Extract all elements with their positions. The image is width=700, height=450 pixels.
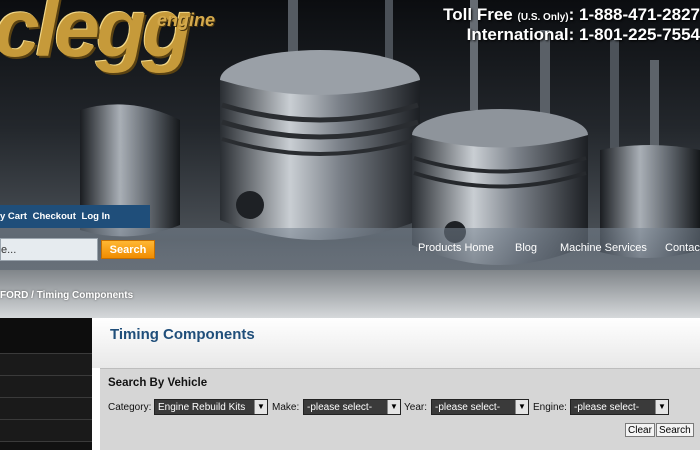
clear-button[interactable]: Clear: [625, 423, 655, 437]
nav-products-home[interactable]: Products Home: [418, 242, 494, 254]
chevron-down-icon: ▼: [387, 400, 400, 414]
engine-select[interactable]: -please select- ▼: [570, 399, 669, 415]
international-number: : 1-801-225-7554: [568, 25, 700, 44]
my-cart-link[interactable]: y Cart: [0, 211, 27, 222]
sidebar-item[interactable]: [0, 376, 92, 398]
make-label: Make:: [272, 402, 300, 413]
make-select[interactable]: -please select- ▼: [303, 399, 401, 415]
chevron-down-icon: ▼: [254, 400, 267, 414]
breadcrumb-current: Timing Components: [36, 290, 134, 301]
toll-free-number: : 1-888-471-2827: [568, 5, 700, 24]
checkout-link[interactable]: Checkout: [33, 211, 76, 222]
content-header: Timing Components: [92, 318, 700, 368]
toll-free-note: (U.S. Only): [517, 12, 569, 23]
year-select[interactable]: -please select- ▼: [431, 399, 529, 415]
login-link[interactable]: Log In: [82, 211, 111, 222]
toll-free-label: Toll Free: [443, 5, 513, 24]
main-content: Timing Components Search By Vehicle Cate…: [92, 318, 700, 450]
logo-subtitle: engine: [157, 10, 216, 30]
international-label: International: [466, 25, 569, 44]
search-button[interactable]: Search: [101, 240, 155, 259]
year-label: Year:: [404, 402, 427, 413]
page-title: Timing Components: [110, 326, 255, 343]
nav-contact[interactable]: Contact: [665, 242, 700, 254]
vehicle-search-title: Search By Vehicle: [108, 377, 208, 389]
sidebar-item[interactable]: [0, 354, 92, 376]
sidebar-item[interactable]: [0, 398, 92, 420]
nav-blog[interactable]: Blog: [515, 242, 537, 254]
sidebar-item[interactable]: [0, 318, 92, 354]
search-input[interactable]: [0, 238, 98, 261]
chevron-down-icon: ▼: [515, 400, 528, 414]
engine-select-value: -please select-: [574, 402, 640, 413]
make-select-value: -please select-: [307, 402, 373, 413]
chevron-down-icon: ▼: [655, 400, 668, 414]
vehicle-search-panel: Search By Vehicle Category: Engine Rebui…: [100, 368, 700, 450]
hero-banner: clegg engine Toll Free (U.S. Only): 1-88…: [0, 0, 700, 320]
engine-label: Engine:: [533, 402, 567, 413]
category-label: Category:: [108, 402, 152, 413]
international-phone: International: 1-801-225-7554: [467, 25, 700, 45]
toll-free-phone: Toll Free (U.S. Only): 1-888-471-2827: [443, 5, 700, 25]
breadcrumb-parent[interactable]: FORD: [0, 290, 28, 301]
category-select-value: Engine Rebuild Kits: [158, 402, 246, 413]
category-select[interactable]: Engine Rebuild Kits ▼: [154, 399, 268, 415]
nav-machine-services[interactable]: Machine Services: [560, 242, 647, 254]
sidebar-item[interactable]: [0, 420, 92, 442]
breadcrumb: FORD / Timing Components: [0, 290, 133, 301]
breadcrumb-separator: /: [28, 290, 37, 301]
category-sidebar: [0, 318, 92, 450]
year-select-value: -please select-: [435, 402, 501, 413]
vehicle-search-button[interactable]: Search: [656, 423, 694, 437]
account-bar: y Cart Checkout Log In: [0, 205, 150, 228]
